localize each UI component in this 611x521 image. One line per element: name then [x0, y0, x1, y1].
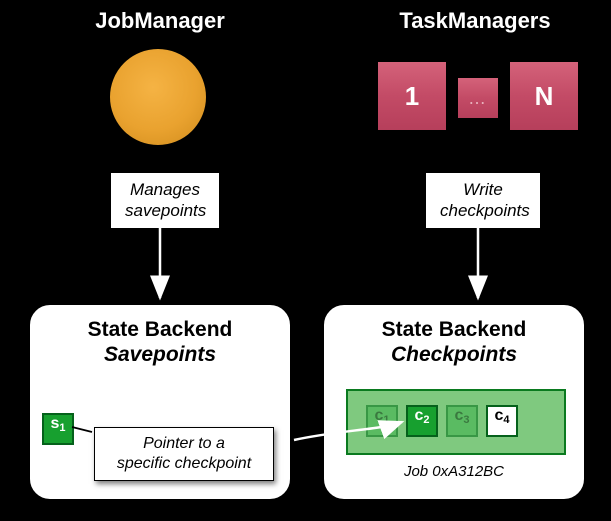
savepoint-chip-main: s: [50, 415, 59, 433]
jobmanager-caption: Manages savepoints: [110, 172, 220, 229]
taskmanager-last-label: N: [535, 81, 554, 112]
checkpoint-chip-c1: c1: [366, 405, 398, 437]
checkpoint-chip-c4: c4: [486, 405, 518, 437]
savepoint-tooltip: Pointer to a specific checkpoint: [94, 427, 274, 481]
savepoint-chip-s1: s1: [42, 413, 74, 445]
checkpoint-chip-c2-main: c: [414, 407, 423, 425]
jobmanager-node-icon: [108, 47, 208, 147]
checkpoint-chip-c4-sub: 4: [503, 414, 509, 426]
checkpoint-chip-c2: c2: [406, 405, 438, 437]
taskmanager-ellipsis: …: [456, 76, 500, 120]
checkpoints-title-line1: State Backend: [324, 317, 584, 342]
checkpoint-chip-c3-main: c: [454, 407, 463, 425]
savepoints-title-line1: State Backend: [30, 317, 290, 342]
checkpoint-chip-c1-sub: 1: [383, 414, 389, 426]
taskmanager-first-label: 1: [405, 81, 419, 112]
jobmanager-title: JobManager: [70, 8, 250, 34]
taskmanagers-title: TaskManagers: [370, 8, 580, 34]
taskmanager-ellipsis-label: …: [468, 88, 488, 109]
checkpoint-chip-c1-main: c: [374, 407, 383, 425]
jobmanager-caption-text: Manages savepoints: [125, 180, 206, 220]
savepoints-title-line2: Savepoints: [30, 342, 290, 367]
checkpoints-panel-title: State Backend Checkpoints: [324, 305, 584, 367]
savepoints-panel-title: State Backend Savepoints: [30, 305, 290, 367]
checkpoint-chip-c3: c3: [446, 405, 478, 437]
checkpoint-chip-c4-main: c: [494, 407, 503, 425]
checkpoint-chip-c2-sub: 2: [423, 414, 429, 426]
taskmanagers-caption-text: Write checkpoints: [440, 180, 530, 220]
taskmanager-first: 1: [376, 60, 448, 132]
checkpoint-chip-c3-sub: 3: [463, 414, 469, 426]
savepoints-panel: State Backend Savepoints s1 Pointer to a…: [28, 303, 292, 501]
savepoint-tooltip-text: Pointer to a specific checkpoint: [117, 435, 251, 472]
taskmanagers-caption: Write checkpoints: [425, 172, 541, 229]
checkpoints-panel: State Backend Checkpoints c1 c2 c3 c4 Jo…: [322, 303, 586, 501]
checkpoints-title-line2: Checkpoints: [324, 342, 584, 367]
checkpoints-job-id: Job 0xA312BC: [324, 463, 584, 480]
taskmanager-last: N: [508, 60, 580, 132]
savepoint-chip-sub: 1: [59, 422, 65, 434]
